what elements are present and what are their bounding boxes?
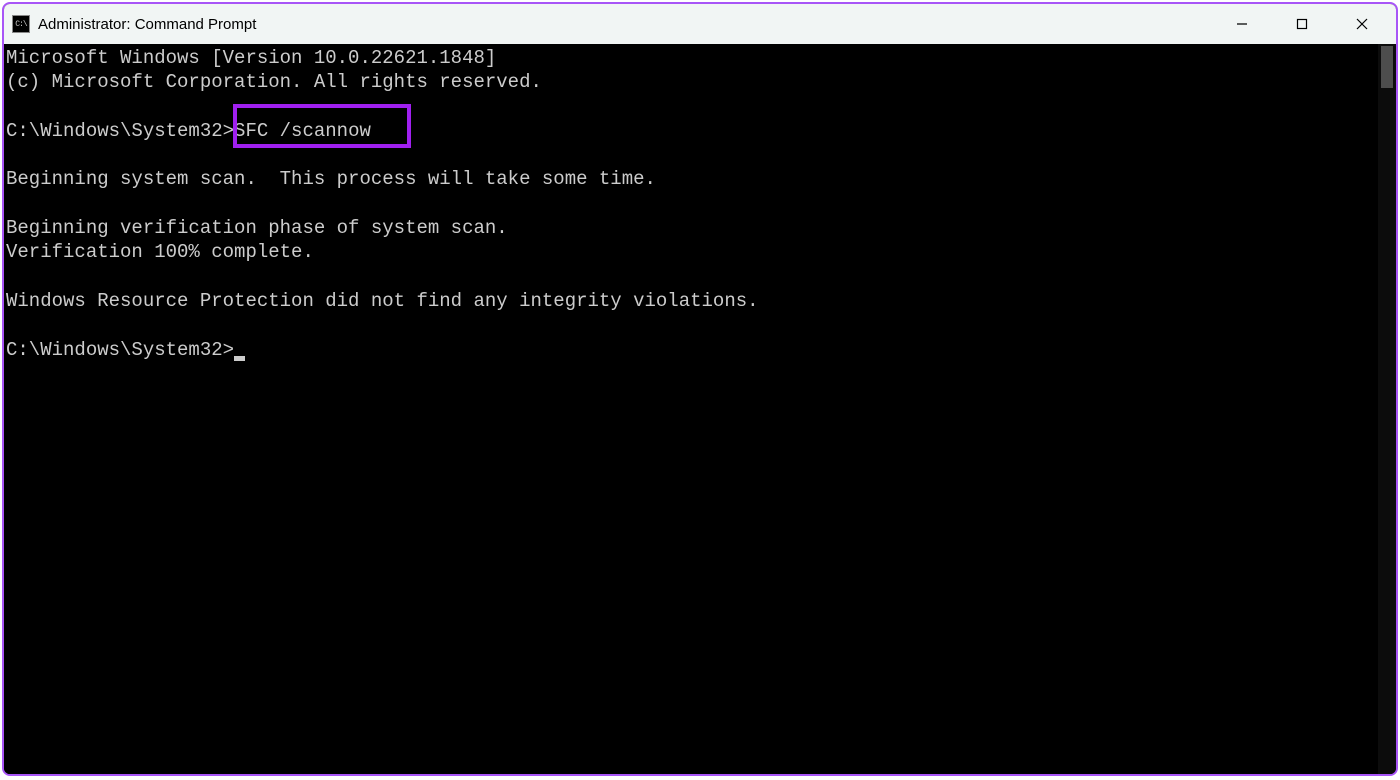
scrollbar-thumb[interactable] (1381, 46, 1393, 88)
close-button[interactable] (1332, 4, 1392, 44)
cursor (234, 356, 245, 361)
maximize-icon (1296, 18, 1308, 30)
terminal-area: Microsoft Windows [Version 10.0.22621.18… (4, 44, 1396, 774)
command-text: SFC /scannow (234, 120, 371, 142)
prompt-path: C:\Windows\System32> (6, 120, 234, 142)
scrollbar[interactable] (1378, 44, 1396, 774)
output-line: (c) Microsoft Corporation. All rights re… (6, 70, 1378, 94)
output-blank (6, 313, 1378, 337)
output-blank (6, 192, 1378, 216)
prompt-line: C:\Windows\System32> (6, 338, 1378, 362)
output-line: Microsoft Windows [Version 10.0.22621.18… (6, 46, 1378, 70)
output-line: Verification 100% complete. (6, 240, 1378, 264)
output-blank (6, 143, 1378, 167)
prompt-path: C:\Windows\System32> (6, 339, 234, 361)
command-prompt-window: C:\ Administrator: Command Prompt Micros… (2, 2, 1398, 776)
window-controls (1212, 4, 1392, 44)
output-blank (6, 95, 1378, 119)
output-line: Beginning verification phase of system s… (6, 216, 1378, 240)
minimize-icon (1236, 18, 1248, 30)
terminal-output[interactable]: Microsoft Windows [Version 10.0.22621.18… (4, 44, 1378, 774)
prompt-line: C:\Windows\System32>SFC /scannow (6, 119, 1378, 143)
window-title: Administrator: Command Prompt (38, 16, 1212, 33)
titlebar[interactable]: C:\ Administrator: Command Prompt (4, 4, 1396, 44)
maximize-button[interactable] (1272, 4, 1332, 44)
command-prompt-icon: C:\ (12, 15, 30, 33)
output-line: Beginning system scan. This process will… (6, 167, 1378, 191)
close-icon (1356, 18, 1368, 30)
output-line: Windows Resource Protection did not find… (6, 289, 1378, 313)
output-blank (6, 265, 1378, 289)
minimize-button[interactable] (1212, 4, 1272, 44)
